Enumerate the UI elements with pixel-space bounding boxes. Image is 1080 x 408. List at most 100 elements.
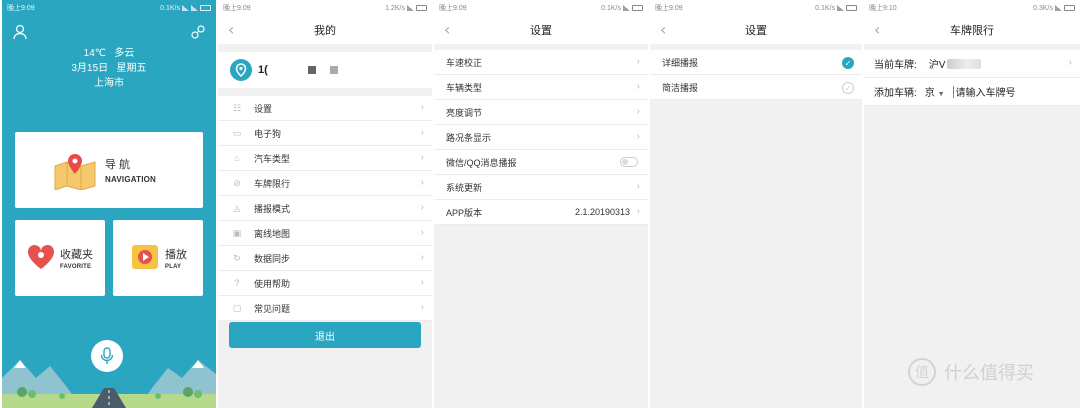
chevron-right-icon: › bbox=[636, 81, 640, 92]
location-icon bbox=[235, 63, 247, 77]
network-speed: 0.3K/s bbox=[1033, 4, 1053, 12]
faq-icon: ▢ bbox=[232, 302, 242, 313]
play-label: 播放 bbox=[165, 249, 187, 261]
menu-item-settings[interactable]: ☷ 设置 › bbox=[218, 96, 432, 121]
logout-button[interactable]: 退出 bbox=[229, 322, 421, 348]
map-pin-icon bbox=[54, 154, 96, 190]
mine-menu: ☷ 设置 › ▭ 电子狗 › ⌂ 汽车类型 › ⊘ 车牌限行 › ◬ 播报模式 › ▣ 离线地图 › ↻… bbox=[218, 96, 432, 321]
current-plate-row[interactable]: 当前车牌: 沪V › bbox=[864, 50, 1080, 78]
network-speed: 0.1K/s bbox=[160, 4, 180, 12]
sync-icon: ↻ bbox=[233, 252, 241, 263]
chevron-right-icon: › bbox=[636, 181, 640, 192]
page-title: 设置 bbox=[530, 25, 552, 37]
option-detailed[interactable]: 详细播报 ✓ bbox=[650, 50, 862, 75]
city: 上海市 bbox=[94, 78, 124, 89]
back-icon[interactable]: ‹ bbox=[444, 20, 450, 39]
title-bar: ‹ 设置 bbox=[650, 16, 862, 44]
chevron-right-icon: › bbox=[420, 177, 424, 188]
play-card[interactable]: 播放 PLAY bbox=[113, 220, 203, 296]
dropdown-icon: ▼ bbox=[937, 91, 945, 98]
nav-label: 导 航 bbox=[105, 159, 131, 171]
battery-icon bbox=[200, 5, 211, 11]
back-icon[interactable]: ‹ bbox=[874, 20, 880, 39]
check-selected-icon: ✓ bbox=[842, 57, 854, 69]
setting-vehicle-type[interactable]: 车辆类型 › bbox=[434, 75, 648, 100]
signal-icon bbox=[182, 5, 189, 11]
plate-screen: 晚上9:10 0.3K/s ‹ 车牌限行 当前车牌: 沪V › 添加车辆: 京 … bbox=[864, 0, 1080, 408]
voice-button[interactable] bbox=[91, 340, 123, 372]
title-bar: ‹ 设置 bbox=[434, 16, 648, 44]
broadcast-icon: ◬ bbox=[233, 202, 241, 213]
menu-item-broadcast-mode[interactable]: ◬ 播报模式 › bbox=[218, 196, 432, 221]
date: 3月15日 bbox=[71, 63, 109, 74]
sliders-icon: ☷ bbox=[232, 102, 242, 113]
message-broadcast-toggle[interactable] bbox=[620, 157, 638, 167]
battery-icon bbox=[1064, 5, 1075, 11]
chevron-right-icon: › bbox=[636, 56, 640, 67]
broadcast-screen: 晚上9:09 0.1K/s ‹ 设置 详细播报 ✓ 简洁播报 ✓ bbox=[650, 0, 862, 408]
menu-item-offline-map[interactable]: ▣ 离线地图 › bbox=[218, 221, 432, 246]
play-label-en: PLAY bbox=[165, 264, 182, 270]
chevron-right-icon: › bbox=[636, 131, 640, 142]
weekday: 星期五 bbox=[116, 63, 147, 74]
page-title: 车牌限行 bbox=[950, 25, 994, 37]
signal-icon bbox=[1055, 5, 1062, 11]
menu-item-plate-restriction[interactable]: ⊘ 车牌限行 › bbox=[218, 171, 432, 196]
profile-row[interactable]: 1( bbox=[218, 52, 432, 88]
home-screen: 晚上9:09 0.1K/s 14℃ 多云 3月15日 星期五 上海市 导 航 N… bbox=[2, 0, 216, 408]
nav-label-en: NAVIGATION bbox=[105, 175, 157, 184]
status-bar: 晚上9:09 0.1K/s bbox=[434, 0, 648, 16]
link-icon[interactable] bbox=[190, 24, 206, 40]
title-bar: ‹ 车牌限行 bbox=[864, 16, 1080, 44]
status-bar: 晚上9:10 0.3K/s bbox=[864, 0, 1080, 16]
redaction-block bbox=[329, 66, 338, 74]
option-concise[interactable]: 简洁播报 ✓ bbox=[650, 75, 862, 100]
signal-icon bbox=[837, 5, 844, 11]
province-select[interactable]: 京 ▼ bbox=[925, 84, 945, 99]
check-unselected-icon: ✓ bbox=[842, 82, 854, 94]
status-time: 晚上9:09 bbox=[439, 5, 467, 12]
plate-number-input[interactable]: 请输入车牌号 bbox=[956, 84, 1016, 99]
page-title: 我的 bbox=[314, 25, 336, 37]
chevron-right-icon: › bbox=[420, 252, 424, 263]
status-bar: 晚上9:09 1.2K/s bbox=[218, 0, 432, 16]
ban-icon: ⊘ bbox=[233, 177, 241, 188]
navigation-card[interactable]: 导 航 NAVIGATION bbox=[15, 132, 203, 208]
chevron-right-icon: › bbox=[420, 102, 424, 113]
setting-speed-calibration[interactable]: 车速校正 › bbox=[434, 50, 648, 75]
chevron-right-icon: › bbox=[636, 206, 640, 217]
mine-screen: 晚上9:09 1.2K/s ‹ 我的 1( ☷ 设置 › ▭ 电子狗 › ⌂ 汽车类型 › … bbox=[218, 0, 432, 408]
username: 1( bbox=[258, 64, 268, 76]
signal-icon bbox=[407, 5, 414, 11]
user-icon[interactable] bbox=[12, 24, 28, 40]
avatar bbox=[230, 59, 252, 81]
setting-app-version[interactable]: APP版本 2.1.20190313 › bbox=[434, 200, 648, 225]
status-time: 晚上9:09 bbox=[223, 5, 251, 12]
back-icon[interactable]: ‹ bbox=[228, 20, 234, 39]
menu-item-data-sync[interactable]: ↻ 数据同步 › bbox=[218, 246, 432, 271]
heart-icon bbox=[27, 244, 55, 269]
weather-block: 14℃ 多云 3月15日 星期五 上海市 bbox=[2, 46, 216, 91]
status-time: 晚上9:09 bbox=[7, 5, 35, 12]
add-vehicle-label: 添加车辆: bbox=[874, 88, 917, 99]
menu-item-help[interactable]: ? 使用帮助 › bbox=[218, 271, 432, 296]
network-speed: 1.2K/s bbox=[385, 4, 405, 12]
favorite-card[interactable]: 收藏夹 FAVORITE bbox=[15, 220, 105, 296]
menu-item-car-type[interactable]: ⌂ 汽车类型 › bbox=[218, 146, 432, 171]
setting-system-update[interactable]: 系统更新 › bbox=[434, 175, 648, 200]
setting-brightness[interactable]: 亮度调节 › bbox=[434, 100, 648, 125]
status-time: 晚上9:09 bbox=[655, 5, 683, 12]
back-icon[interactable]: ‹ bbox=[660, 20, 666, 39]
fav-label: 收藏夹 bbox=[60, 249, 93, 261]
network-speed: 0.1K/s bbox=[815, 4, 835, 12]
chevron-right-icon: › bbox=[420, 152, 424, 163]
menu-item-speed-camera[interactable]: ▭ 电子狗 › bbox=[218, 121, 432, 146]
chevron-right-icon: › bbox=[1068, 57, 1072, 68]
broadcast-options: 详细播报 ✓ 简洁播报 ✓ bbox=[650, 50, 862, 100]
status-bar: 晚上9:09 0.1K/s bbox=[650, 0, 862, 16]
help-icon: ? bbox=[234, 278, 240, 288]
menu-item-faq[interactable]: ▢ 常见问题 › bbox=[218, 296, 432, 321]
network-speed: 0.1K/s bbox=[601, 4, 621, 12]
title-bar: ‹ 我的 bbox=[218, 16, 432, 44]
setting-traffic-bar[interactable]: 路况条显示 › bbox=[434, 125, 648, 150]
